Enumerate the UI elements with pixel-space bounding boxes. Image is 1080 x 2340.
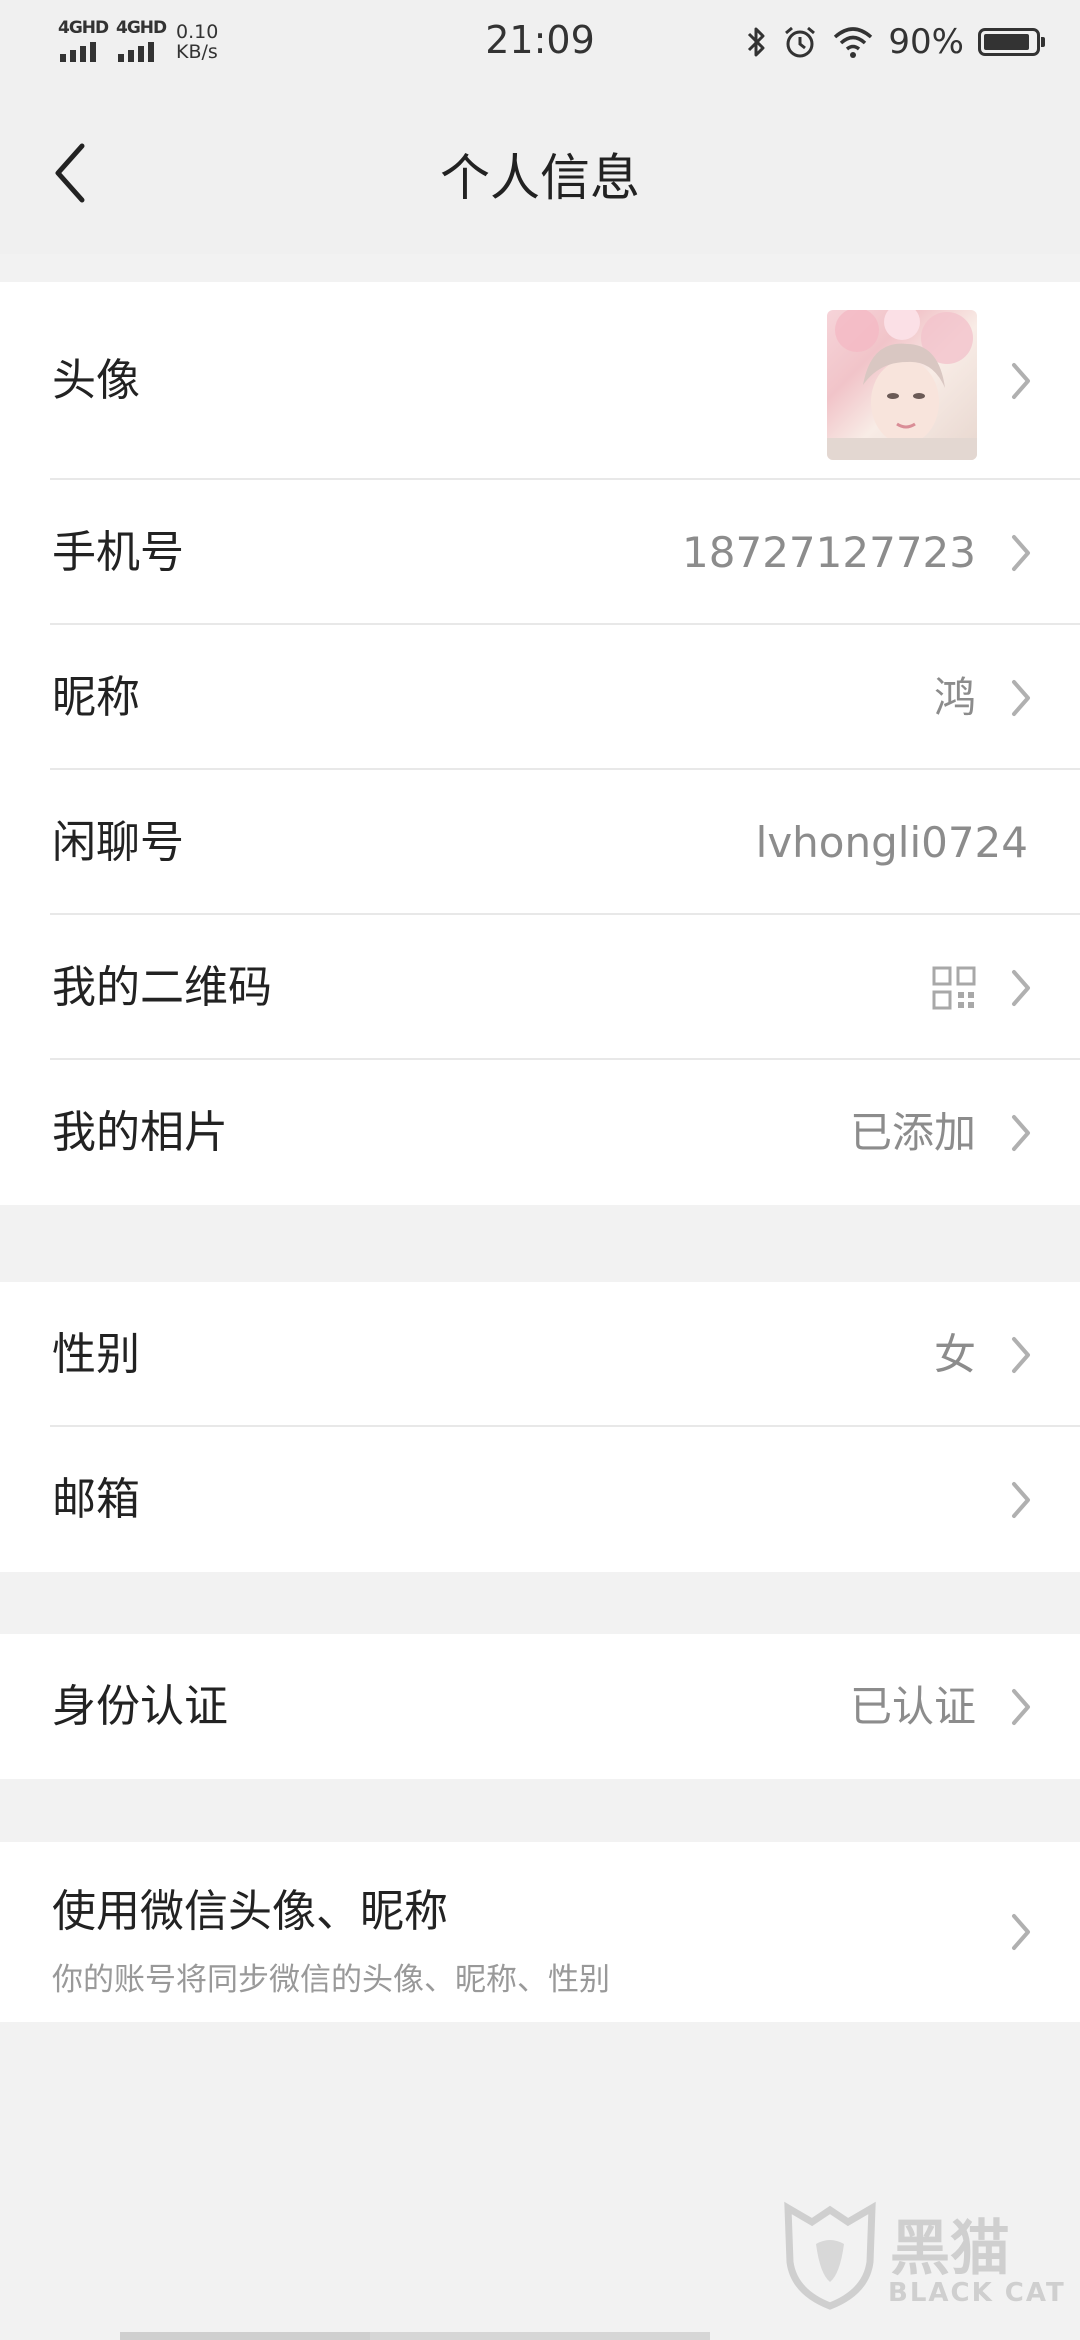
chevron-right-icon xyxy=(1012,1688,1030,1725)
row-identity-verification[interactable]: 身份认证 已认证 xyxy=(0,1634,1080,1779)
wechat-group: 使用微信头像、昵称 你的账号将同步微信的头像、昵称、性别 xyxy=(0,1842,1080,2022)
qrcode-label: 我的二维码 xyxy=(52,962,272,1013)
black-cat-logo-icon xyxy=(784,2201,876,2310)
avatar xyxy=(827,310,977,460)
watermark: 黑猫 BLACK CAT xyxy=(780,2200,1070,2310)
home-indicator xyxy=(120,2332,370,2340)
status-right: 90% xyxy=(746,18,1045,66)
home-indicator xyxy=(370,2332,710,2340)
row-use-wechat-profile[interactable]: 使用微信头像、昵称 你的账号将同步微信的头像、昵称、性别 xyxy=(0,1842,1080,2022)
photos-value: 已添加 xyxy=(849,1108,976,1157)
chevron-right-icon xyxy=(1012,1114,1030,1151)
identity-value: 已认证 xyxy=(849,1682,976,1731)
chevron-right-icon xyxy=(1012,1914,1030,1950)
xianliao-label: 闲聊号 xyxy=(52,817,184,868)
row-avatar[interactable]: 头像 xyxy=(0,282,1080,480)
battery-fill xyxy=(984,34,1029,50)
row-qrcode[interactable]: 我的二维码 xyxy=(0,915,1080,1060)
watermark-en: BLACK CAT xyxy=(888,2278,1066,2308)
chevron-right-icon xyxy=(1012,679,1030,716)
email-label: 邮箱 xyxy=(52,1474,140,1525)
photos-label: 我的相片 xyxy=(52,1107,228,1158)
nickname-label: 昵称 xyxy=(52,672,140,723)
battery-percent: 90% xyxy=(888,22,964,62)
xianliao-value: lvhongli0724 xyxy=(755,818,1028,867)
chevron-right-icon xyxy=(1012,534,1030,571)
chevron-right-icon xyxy=(1012,969,1030,1006)
avatar-label: 头像 xyxy=(52,355,140,406)
details-group: 性别 女 邮箱 xyxy=(0,1282,1080,1572)
gender-label: 性别 xyxy=(52,1329,140,1380)
wifi-icon xyxy=(834,27,873,58)
gender-value: 女 xyxy=(933,1330,976,1379)
row-email[interactable]: 邮箱 xyxy=(0,1427,1080,1572)
bluetooth-icon xyxy=(748,27,765,57)
status-bar: 4GHD 4GHD 0.10 KB/s 21:09 90% xyxy=(0,0,1080,88)
battery-icon xyxy=(978,28,1045,56)
chevron-right-icon xyxy=(1012,1481,1030,1518)
row-xianliao-id: 闲聊号 lvhongli0724 xyxy=(0,770,1080,915)
chevron-right-icon xyxy=(1012,1336,1030,1373)
row-photos[interactable]: 我的相片 已添加 xyxy=(0,1060,1080,1205)
nickname-value: 鸿 xyxy=(933,673,976,722)
navigation-bar: 个人信息 xyxy=(0,88,1080,254)
phone-value: 18727127723 xyxy=(682,528,976,577)
avatar-image xyxy=(827,310,977,460)
page-title: 个人信息 xyxy=(440,149,640,207)
profile-group: 头像 手机号 18727127723 昵称 鸿 闲聊号 lvhongli0724… xyxy=(0,282,1080,1205)
alarm-icon xyxy=(785,26,816,58)
row-phone[interactable]: 手机号 18727127723 xyxy=(0,480,1080,625)
watermark-zh: 黑猫 xyxy=(890,2214,1010,2284)
row-nickname[interactable]: 昵称 鸿 xyxy=(0,625,1080,770)
wechat-subtitle: 你的账号将同步微信的头像、昵称、性别 xyxy=(52,1962,610,1998)
identity-label: 身份认证 xyxy=(52,1681,228,1732)
qr-code-icon xyxy=(932,966,976,1009)
wechat-label: 使用微信头像、昵称 xyxy=(52,1886,448,1937)
row-gender[interactable]: 性别 女 xyxy=(0,1282,1080,1427)
chevron-right-icon xyxy=(1012,363,1030,399)
identity-group: 身份认证 已认证 xyxy=(0,1634,1080,1779)
phone-label: 手机号 xyxy=(52,527,184,578)
